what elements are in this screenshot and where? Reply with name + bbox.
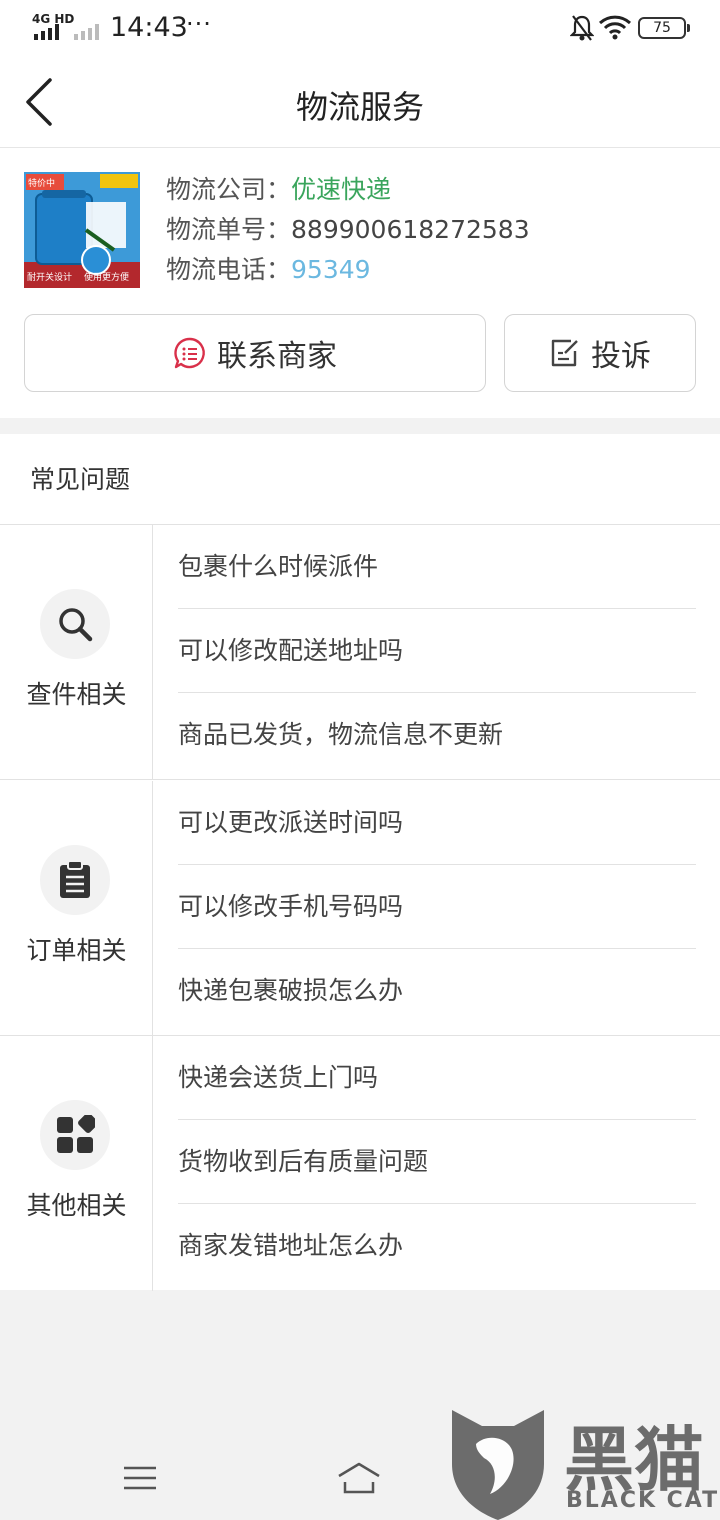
faq-question[interactable]: 可以修改手机号码吗: [178, 865, 696, 949]
product-image: 特价中 耐开关设计 使用更方便: [24, 172, 140, 288]
faq-group-other: 其他相关 快递会送货上门吗 货物收到后有质量问题 商家发错地址怎么办: [0, 1036, 720, 1291]
logistics-company-value: 优速快递: [291, 175, 392, 204]
product-tag-bottom: 耐开关设计: [27, 271, 72, 283]
complain-label: 投诉: [591, 339, 651, 374]
faq-category-label: 其他相关: [26, 1191, 127, 1220]
tracking-number-row: 物流单号：889900618272583: [166, 210, 530, 250]
battery-indicator: 75: [638, 17, 690, 39]
faq-question[interactable]: 快递包裹破损怎么办: [178, 949, 696, 1033]
black-cat-logo-icon: [452, 1410, 544, 1520]
faq-category-label: 查件相关: [26, 680, 127, 709]
watermark: 黑猫 BLACK CAT: [446, 1400, 720, 1520]
faq-group-tracking: 查件相关 包裹什么时候派件 可以修改配送地址吗 商品已发货，物流信息不更新: [0, 525, 720, 780]
status-bar: 4G HD 14:43 ··· 75: [0, 0, 720, 56]
edit-note-icon: [551, 339, 578, 367]
faq-question[interactable]: 商品已发货，物流信息不更新: [178, 693, 696, 777]
faq-category: 其他相关: [0, 1036, 153, 1291]
clock: 14:43: [110, 12, 188, 43]
contact-seller-button[interactable]: 联系商家: [24, 314, 486, 392]
home-button[interactable]: [334, 1458, 384, 1498]
faq-header: 常见问题: [30, 465, 131, 494]
clipboard-icon: [40, 845, 110, 915]
logistics-company-label: 物流公司：: [166, 175, 292, 204]
logistics-phone-link[interactable]: 95349: [291, 255, 371, 284]
home-icon: [338, 1462, 380, 1494]
logistics-company-row: 物流公司：优速快递: [166, 170, 530, 210]
faq-section: 常见问题 查件相关 包裹什么时候派件 可以修改配送地址吗 商品已发货，物流信息不…: [0, 434, 720, 1291]
product-tag-top: 特价中: [28, 177, 55, 189]
faq-question[interactable]: 可以修改配送地址吗: [178, 609, 696, 693]
faq-category: 查件相关: [0, 525, 153, 779]
grid-icon: [40, 1100, 110, 1170]
faq-question[interactable]: 商家发错地址怎么办: [178, 1204, 696, 1288]
faq-question[interactable]: 可以更改派送时间吗: [178, 781, 696, 865]
page-title: 物流服务: [295, 88, 424, 126]
menu-icon: [124, 1466, 156, 1490]
complain-button[interactable]: 投诉: [504, 314, 696, 392]
faq-category: 订单相关: [0, 781, 153, 1035]
faq-question[interactable]: 包裹什么时候派件: [178, 525, 696, 609]
logistics-phone-row: 物流电话：95349: [166, 250, 530, 290]
wifi-icon: [598, 15, 632, 40]
logistics-info-card: 特价中 耐开关设计 使用更方便 物流公司：优速快递 物流单号：889900618…: [0, 148, 720, 418]
chat-icon: [174, 337, 205, 369]
signal-icon: [34, 24, 99, 40]
logistics-phone-label: 物流电话：: [166, 255, 292, 284]
watermark-subtext: BLACK CAT: [566, 1488, 720, 1513]
faq-category-label: 订单相关: [26, 936, 127, 965]
faq-group-order: 订单相关 可以更改派送时间吗 可以修改手机号码吗 快递包裹破损怎么办: [0, 781, 720, 1036]
tracking-number-value[interactable]: 889900618272583: [291, 215, 530, 244]
faq-question[interactable]: 快递会送货上门吗: [178, 1036, 696, 1120]
menu-button[interactable]: [115, 1458, 165, 1498]
search-icon: [40, 589, 110, 659]
more-notifications-icon: ···: [186, 10, 212, 38]
contact-seller-label: 联系商家: [217, 339, 337, 374]
tracking-number-label: 物流单号：: [166, 215, 292, 244]
product-tag-right: 使用更方便: [84, 271, 129, 283]
mute-bell-icon: [570, 15, 594, 41]
product-thumbnail[interactable]: 特价中 耐开关设计 使用更方便: [24, 172, 140, 288]
navigation-bar: 物流服务: [0, 56, 720, 148]
faq-question[interactable]: 货物收到后有质量问题: [178, 1120, 696, 1204]
